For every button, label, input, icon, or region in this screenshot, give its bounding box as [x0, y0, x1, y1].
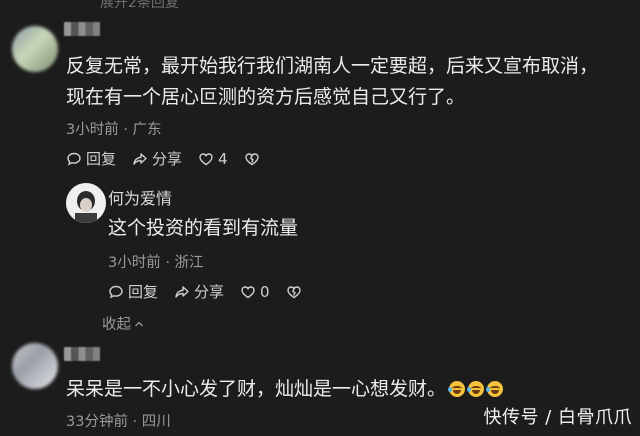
share-label: 分享 [194, 283, 225, 301]
watermark: 快传号 / 白骨爪爪 [483, 407, 632, 428]
like-button[interactable]: 4 [198, 150, 228, 168]
comment-text-content: 呆呆是一不小心发了财，灿灿是一心想发财。 [66, 378, 447, 400]
like-button[interactable]: 0 [240, 283, 270, 301]
avatar[interactable] [12, 343, 58, 389]
comment-text-line: 反复无常，最开始我行我们湖南人一定要超，后来又宣布取消， [66, 55, 599, 77]
laugh-cry-emoji-icon [467, 381, 485, 397]
share-button[interactable]: 分享 [174, 281, 224, 302]
laugh-cry-emoji-icon [486, 381, 504, 397]
comment-actions: 回复 分享 4 [66, 148, 260, 169]
reply-label: 回复 [128, 283, 159, 301]
like-count: 4 [218, 149, 228, 168]
username-redacted [64, 347, 100, 361]
broken-heart-icon [286, 285, 301, 298]
laugh-cry-emoji-icon [448, 381, 466, 397]
comment-meta: 3小时前 · 广东 [66, 122, 162, 138]
comment-text-line: 现在有一个居心叵测的资方后感觉自己又行了。 [66, 86, 466, 108]
share-button[interactable]: 分享 [132, 148, 182, 169]
reply-text: 这个投资的看到有流量 [108, 217, 299, 239]
collapse-label: 收起 [102, 317, 131, 333]
reply-button[interactable]: 回复 [108, 281, 158, 302]
comment-text: 呆呆是一不小心发了财，灿灿是一心想发财。 [66, 374, 504, 405]
comment-meta: 33分钟前 · 四川 [66, 414, 171, 430]
reply-label: 回复 [86, 150, 117, 168]
reply-avatar-image [66, 183, 106, 223]
speech-bubble-icon [109, 285, 123, 299]
dislike-button[interactable] [244, 151, 260, 167]
reply-actions: 回复 分享 0 [108, 281, 302, 302]
dislike-button[interactable] [286, 284, 302, 300]
heart-icon [241, 285, 255, 298]
avatar[interactable] [12, 26, 58, 72]
broken-heart-icon [244, 152, 259, 165]
like-count: 0 [260, 282, 270, 301]
username-redacted [64, 22, 100, 36]
share-arrow-icon [133, 152, 147, 165]
heart-icon [199, 152, 213, 165]
speech-bubble-icon [67, 152, 81, 166]
reply-username[interactable]: 何为爱情 [108, 185, 172, 209]
reply-button[interactable]: 回复 [66, 148, 116, 169]
share-arrow-icon [175, 285, 189, 298]
chevron-up-icon [135, 321, 143, 326]
share-label: 分享 [152, 150, 183, 168]
expand-replies-hint[interactable]: 展开2条回复 [100, 0, 179, 12]
collapse-replies-button[interactable]: 收起 [102, 313, 145, 334]
reply-meta: 3小时前 · 浙江 [108, 255, 204, 271]
avatar[interactable] [66, 183, 106, 223]
